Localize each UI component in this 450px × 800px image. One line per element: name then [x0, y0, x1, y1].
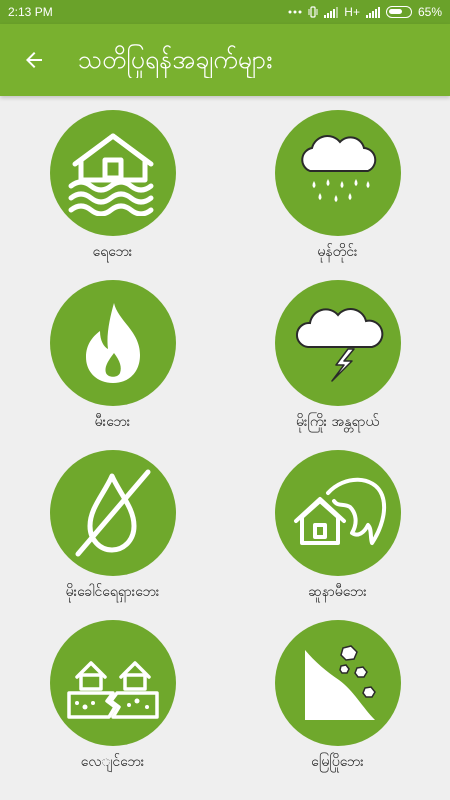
earthquake-houses-icon	[50, 620, 176, 746]
network-type: H+	[344, 5, 360, 19]
hazard-tile-landslide[interactable]: မြေပြိုဘေး	[225, 606, 450, 776]
hazard-tile-lightning[interactable]: မိုးကြိုး အန္တရာယ်	[225, 266, 450, 436]
hazard-label: လေျင်ဘေး	[80, 754, 145, 770]
hazard-label: မိုးကြိုး အန္တရာယ်	[295, 414, 380, 430]
lightning-cloud-icon	[275, 280, 401, 406]
status-icons: H+ 65%	[288, 5, 442, 19]
hazard-label: မြေပြိုဘေး	[311, 754, 364, 770]
hazard-tile-earthquake[interactable]: လေျင်ဘေး	[0, 606, 225, 776]
hazard-tile-tsunami[interactable]: ဆူနာမီဘေး	[225, 436, 450, 606]
battery-icon	[385, 6, 412, 18]
app-bar: သတိပြုရန်အချက်များ	[0, 24, 450, 96]
hazard-grid: ရေဘေး မုန်တိုင်း မီးဘေး မိုးကြိုး အန္တရာ…	[0, 96, 450, 800]
drought-drop-icon	[50, 450, 176, 576]
page-title: သတိပြုရန်အချက်များ	[78, 45, 273, 74]
battery-percent: 65%	[417, 5, 442, 19]
back-button[interactable]	[14, 40, 54, 80]
hazard-label: မုန်တိုင်း	[317, 244, 358, 260]
tsunami-wave-icon	[275, 450, 401, 576]
vibrate-icon	[308, 6, 318, 18]
status-time: 2:13 PM	[8, 5, 53, 19]
fire-icon	[50, 280, 176, 406]
hazard-label: မိုးခေါင်ရေရှားဘေး	[65, 584, 160, 600]
signal-icon	[324, 6, 339, 18]
hazard-tile-drought[interactable]: မိုးခေါင်ရေရှားဘေး	[0, 436, 225, 606]
hazard-label: ဆူနာမီဘေး	[308, 584, 367, 600]
dots-icon	[288, 9, 302, 15]
hazard-label: ရေဘေး	[92, 244, 133, 260]
hazard-tile-fire[interactable]: မီးဘေး	[0, 266, 225, 436]
hazard-label: မီးဘေး	[94, 414, 131, 430]
landslide-icon	[275, 620, 401, 746]
hazard-tile-storm[interactable]: မုန်တိုင်း	[225, 96, 450, 266]
storm-rain-icon	[275, 110, 401, 236]
signal-icon-2	[365, 6, 380, 18]
flood-house-icon	[50, 110, 176, 236]
status-bar: 2:13 PM H+ 65%	[0, 0, 450, 24]
hazard-tile-flood[interactable]: ရေဘေး	[0, 96, 225, 266]
arrow-left-icon	[26, 52, 42, 68]
